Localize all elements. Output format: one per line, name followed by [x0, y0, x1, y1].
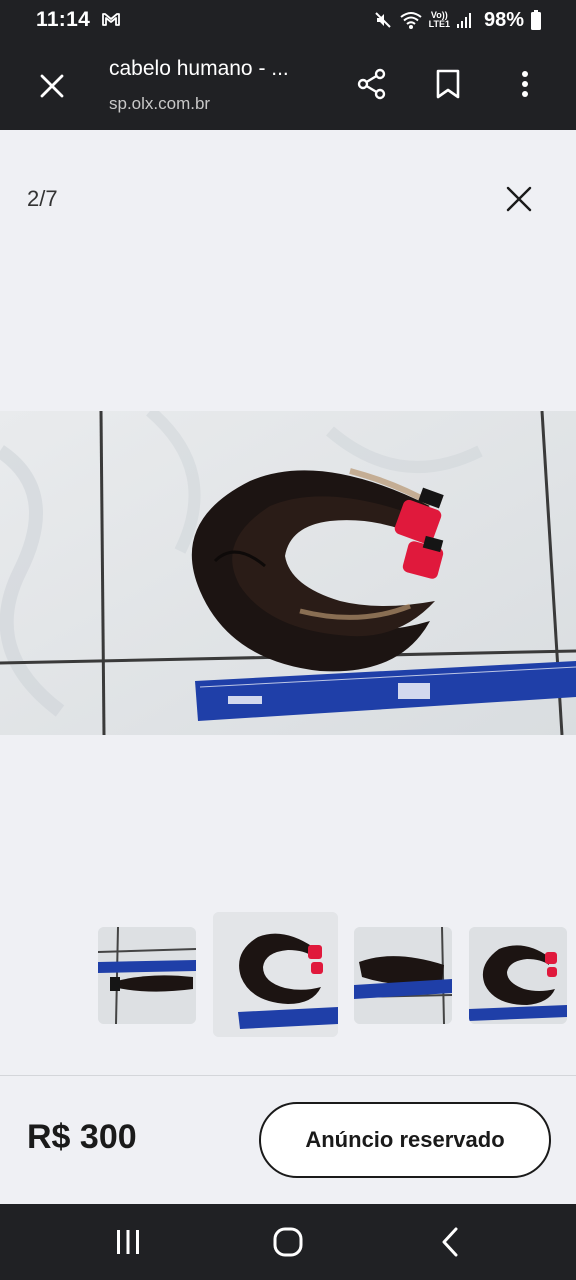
- home-button[interactable]: [266, 1222, 310, 1262]
- system-nav-bar: [0, 1204, 576, 1280]
- back-button[interactable]: [428, 1222, 472, 1262]
- mute-icon: [374, 12, 391, 28]
- back-icon: [442, 1227, 458, 1257]
- share-icon: [357, 68, 386, 100]
- price-bar: R$ 300 Anúncio reservado: [0, 1076, 576, 1204]
- thumbnail-image: [469, 927, 567, 1024]
- gmail-icon: [102, 13, 120, 26]
- close-tab-button[interactable]: [32, 66, 72, 106]
- thumbnail-strip: [0, 912, 576, 1042]
- home-icon: [273, 1227, 303, 1257]
- thumbnail-image: [98, 927, 196, 1024]
- thumbnail-3[interactable]: [354, 927, 452, 1024]
- thumbnail-1[interactable]: [98, 927, 196, 1024]
- status-time: 11:14: [36, 8, 91, 31]
- page-title: cabelo humano - ...: [109, 57, 289, 80]
- volte-icon: Vo)) LTE1: [429, 11, 450, 29]
- status-icons: Vo)) LTE1 98%: [373, 9, 542, 31]
- custom-tab-toolbar: cabelo humano - ... sp.olx.com.br: [0, 40, 576, 130]
- bookmark-button[interactable]: [428, 64, 468, 104]
- gallery-close-button[interactable]: [498, 178, 540, 220]
- recents-icon: [117, 1230, 139, 1254]
- wifi-icon: [400, 12, 422, 29]
- battery-icon: [531, 10, 541, 30]
- volte-label-bottom: LTE1: [428, 19, 450, 29]
- gallery-counter: 2/7: [27, 186, 58, 211]
- listing-reserved-button[interactable]: Anúncio reservado: [259, 1102, 551, 1178]
- hair-photo-image: [0, 411, 576, 735]
- main-photo[interactable]: [0, 411, 576, 735]
- bookmark-icon: [436, 69, 460, 99]
- recents-button[interactable]: [106, 1222, 150, 1262]
- close-icon: [506, 186, 532, 212]
- signal-icon: [456, 13, 471, 28]
- listing-price: R$ 300: [27, 1118, 137, 1156]
- thumbnail-4[interactable]: [469, 927, 567, 1024]
- share-button[interactable]: [352, 64, 392, 104]
- more-vert-icon: [522, 71, 528, 97]
- thumbnail-image: [354, 927, 452, 1024]
- battery-percent: 98%: [483, 8, 524, 31]
- status-bar: 11:14 Vo)) LTE1 98%: [0, 0, 576, 40]
- page-url: sp.olx.com.br: [109, 94, 211, 113]
- more-options-button[interactable]: [505, 64, 545, 104]
- close-icon: [40, 74, 64, 98]
- thumbnail-image: [213, 912, 338, 1037]
- thumbnail-2-selected[interactable]: [213, 912, 338, 1037]
